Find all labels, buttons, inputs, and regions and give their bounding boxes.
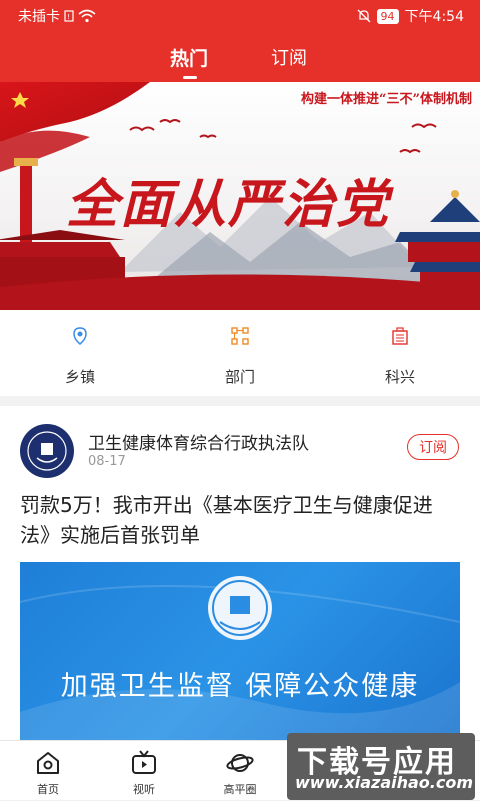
source-logo[interactable] xyxy=(20,424,74,478)
tab-subscribe[interactable]: 订阅 xyxy=(271,44,307,70)
nav-circle[interactable]: 高平圈 xyxy=(192,741,288,801)
nav-label: 视听 xyxy=(133,783,155,796)
building-icon xyxy=(392,327,408,345)
quick-link-kexing[interactable]: 科兴 xyxy=(320,310,480,396)
nav-label: 首页 xyxy=(37,783,59,796)
banner-title: 全面从严治党 xyxy=(66,174,391,235)
hero-banner[interactable]: 构建一体推进“三不”体制机制 全面从严治党 xyxy=(0,82,480,310)
location-pin-icon xyxy=(73,327,87,345)
carrier-text: 未插卡 xyxy=(18,9,60,25)
quick-link-label: 部门 xyxy=(224,368,255,386)
sim-icon: ! xyxy=(64,10,74,22)
quick-link-township[interactable]: 乡镇 xyxy=(0,310,160,396)
article-headline[interactable]: 罚款5万！我市开出《基本医疗卫生与健康促进法》实施后首张罚单 xyxy=(20,490,460,550)
quick-link-department[interactable]: 部门 xyxy=(160,310,320,396)
quick-link-label: 乡镇 xyxy=(64,368,95,386)
nav-label: 高平圈 xyxy=(223,783,257,796)
quick-links: 乡镇 部门 科兴 xyxy=(0,310,480,396)
quick-link-label: 科兴 xyxy=(384,368,415,386)
tab-hot[interactable]: 热门 xyxy=(170,44,208,71)
planet-icon xyxy=(226,754,254,772)
active-tab-indicator xyxy=(183,76,197,79)
feed-card[interactable]: 卫生健康体育综合行政执法队 08-17 订阅 罚款5万！我市开出《基本医疗卫生与… xyxy=(0,406,480,740)
thumbnail-caption: 加强卫生监督 保障公众健康 xyxy=(60,671,420,702)
subscribe-button[interactable]: 订阅 xyxy=(407,434,459,460)
source-name[interactable]: 卫生健康体育综合行政执法队 xyxy=(88,429,309,454)
mute-bell-icon xyxy=(357,9,371,23)
article-thumbnail[interactable]: 加强卫生监督 保障公众健康 xyxy=(20,562,460,740)
banner-slogan: 构建一体推进“三不”体制机制 xyxy=(301,92,472,107)
top-tab-bar: 热门 订阅 xyxy=(0,30,480,82)
nav-home[interactable]: 首页 xyxy=(0,741,96,801)
status-bar: 未插卡 ! 94 下午4:54 xyxy=(0,0,480,30)
watermark-url: www.xiazaihao.com xyxy=(295,773,473,792)
battery-level: 94 xyxy=(376,8,399,24)
post-date: 08-17 xyxy=(88,454,126,469)
watermark-logo: 下载号应用 www.xiazaihao.com xyxy=(287,733,475,800)
badge-emblem-icon xyxy=(22,426,72,476)
tv-icon xyxy=(132,750,156,774)
nav-video[interactable]: 视听 xyxy=(96,741,192,801)
clock: 下午4:54 xyxy=(404,9,464,25)
home-icon xyxy=(37,752,59,774)
thumbnail-artwork xyxy=(20,576,460,740)
wifi-icon xyxy=(78,9,96,23)
org-chart-icon xyxy=(231,327,249,345)
svg-text:!: ! xyxy=(67,13,70,21)
